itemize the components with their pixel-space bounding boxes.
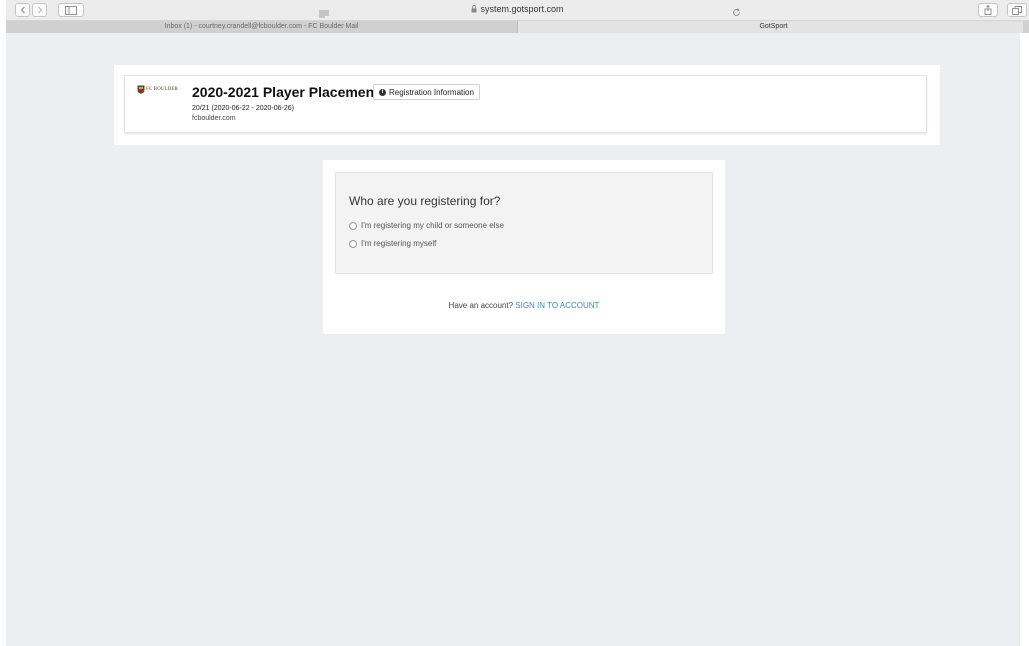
club-logo-text: FC BOULDER [146, 87, 178, 92]
lock-icon [471, 5, 477, 15]
info-icon: i [379, 88, 386, 96]
browser-chrome: system.gotsport.com Inbox (1) - courtney… [6, 0, 1029, 33]
tab-mail[interactable]: Inbox (1) - courtney.crandell@fcboulder.… [6, 21, 518, 33]
account-prompt: Have an account? [448, 301, 516, 310]
option-child-or-other[interactable]: I'm registering my child or someone else [349, 221, 504, 230]
club-logo: FC BOULDER [137, 85, 178, 94]
registration-card: Who are you registering for? I'm registe… [323, 160, 725, 334]
tab-bar: Inbox (1) - courtney.crandell@fcboulder.… [6, 21, 1029, 33]
event-dates: 20/21 (2020-06-22 - 2020-06-26) [192, 105, 294, 112]
event-title: 2020-2021 Player Placement [192, 84, 379, 100]
reload-icon [733, 8, 740, 16]
reload-button[interactable] [732, 4, 741, 22]
option-child-or-other-label: I'm registering my child or someone else [361, 221, 504, 230]
registration-info-button[interactable]: i Registration Information [373, 84, 480, 100]
tab-overview-button[interactable] [1007, 3, 1027, 17]
event-header-card: FC BOULDER 2020-2021 Player Placement i … [114, 65, 940, 145]
registration-question-box: Who are you registering for? I'm registe… [335, 172, 713, 274]
club-crest-icon [137, 85, 145, 94]
registration-question: Who are you registering for? [349, 194, 501, 208]
option-myself-label: I'm registering myself [361, 239, 437, 248]
option-myself[interactable]: I'm registering myself [349, 239, 436, 248]
share-icon [984, 5, 992, 15]
new-tab-button[interactable] [1023, 21, 1029, 33]
registration-info-label: Registration Information [389, 87, 474, 97]
radio-child-or-other[interactable] [349, 221, 357, 230]
page-viewport: FC BOULDER 2020-2021 Player Placement i … [6, 33, 1020, 646]
radio-myself[interactable] [349, 239, 357, 248]
sign-in-row: Have an account? SIGN IN TO ACCOUNT [323, 301, 725, 310]
tabs-icon [1012, 5, 1022, 15]
event-header: FC BOULDER 2020-2021 Player Placement i … [124, 75, 927, 133]
event-website: fcboulder.com [192, 115, 236, 122]
url-text: system.gotsport.com [480, 4, 564, 14]
sign-in-link[interactable]: SIGN IN TO ACCOUNT [515, 301, 599, 310]
browser-toolbar: system.gotsport.com [6, 0, 1029, 21]
share-button[interactable] [978, 3, 998, 17]
address-bar[interactable]: system.gotsport.com [6, 4, 1029, 15]
tab-gotsport[interactable]: GotSport [518, 21, 1029, 33]
